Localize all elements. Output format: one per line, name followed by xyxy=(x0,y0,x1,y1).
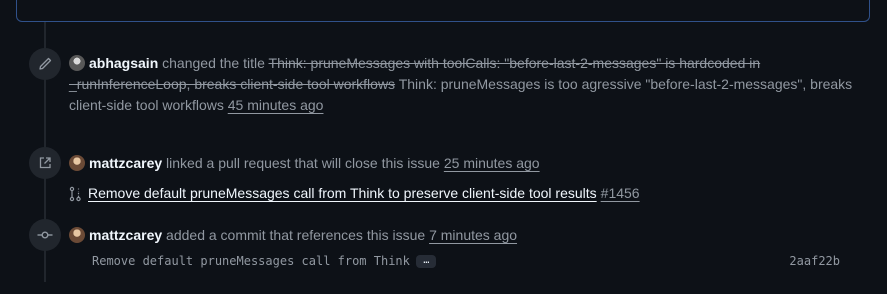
pencil-icon xyxy=(39,57,52,70)
event-action: added a commit that references this issu… xyxy=(166,227,426,243)
commit-event: mattzcarey added a commit that reference… xyxy=(69,225,863,246)
avatar[interactable] xyxy=(69,55,85,71)
cross-reference-badge xyxy=(29,147,61,179)
linked-pr-row: Remove default pruneMessages call from T… xyxy=(69,183,640,204)
external-link-icon xyxy=(39,157,51,169)
pr-title-link[interactable]: Remove default pruneMessages call from T… xyxy=(88,183,597,204)
git-commit-icon xyxy=(37,231,53,239)
commit-sha-link[interactable]: 2aaf22b xyxy=(789,254,840,268)
linked-pr-event: mattzcarey linked a pull request that wi… xyxy=(69,153,863,174)
rename-badge xyxy=(29,48,61,80)
actor-link[interactable]: mattzcarey xyxy=(89,155,162,171)
rename-event: abhagsain changed the title Think: prune… xyxy=(69,53,863,116)
event-action: changed the title xyxy=(162,55,265,71)
actor-link[interactable]: mattzcarey xyxy=(89,227,162,243)
git-pull-request-icon xyxy=(69,186,81,201)
avatar[interactable] xyxy=(69,227,85,243)
actor-link[interactable]: abhagsain xyxy=(89,55,158,71)
commit-message-link[interactable]: Remove default pruneMessages call from T… xyxy=(92,254,410,268)
previous-comment-box xyxy=(16,0,870,22)
avatar[interactable] xyxy=(69,155,85,171)
timestamp-link[interactable]: 7 minutes ago xyxy=(429,227,517,243)
expand-commit-button[interactable]: … xyxy=(415,254,436,268)
event-action: linked a pull request that will close th… xyxy=(166,155,440,171)
timestamp-link[interactable]: 45 minutes ago xyxy=(228,97,324,113)
timestamp-link[interactable]: 25 minutes ago xyxy=(444,155,540,171)
commit-row: Remove default pruneMessages call from T… xyxy=(92,254,840,268)
pr-number-link[interactable]: #1456 xyxy=(601,183,640,204)
commit-badge xyxy=(29,219,61,251)
